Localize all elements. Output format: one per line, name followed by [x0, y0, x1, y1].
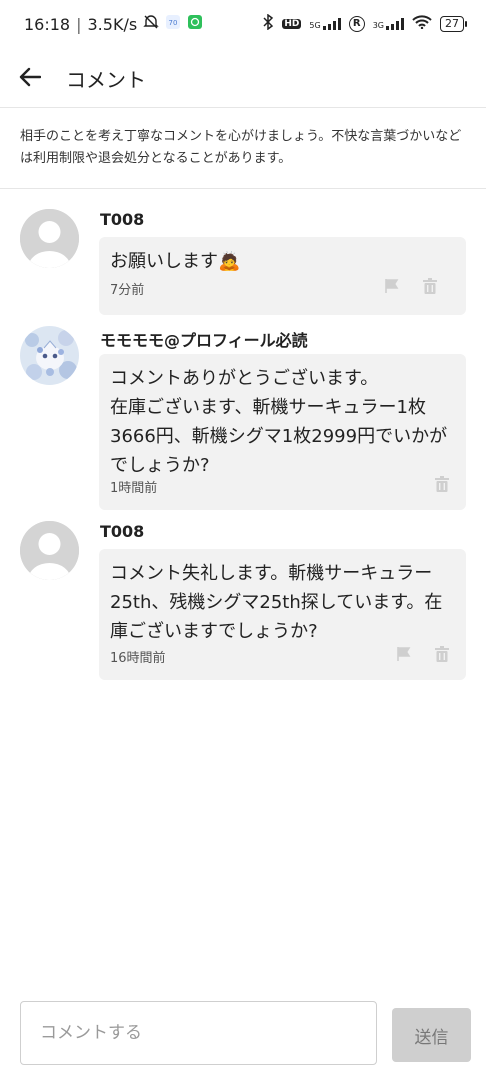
comment-text: お願いします🙇 — [110, 251, 241, 272]
roaming-icon: R — [348, 15, 365, 32]
comment-guideline-notice: 相手のことを考え丁寧なコメントを心がけましょう。不快な言葉づかいなどは利用制限や… — [0, 108, 486, 189]
comment-text: コメントありがとうございます。 在庫ございます、斬機サーキュラー1枚3666円、… — [110, 368, 448, 476]
avatar[interactable] — [20, 326, 79, 385]
network-type-label: 5G — [309, 20, 321, 30]
comment-footer: 1時間前 — [110, 474, 466, 510]
trash-icon[interactable] — [432, 644, 452, 664]
comment-username[interactable]: T008 — [100, 522, 144, 541]
comment-bubble: コメントありがとうございます。 在庫ございます、斬機サーキュラー1枚3666円、… — [99, 354, 466, 510]
svg-text:70: 70 — [169, 19, 178, 27]
app-notification-icon: 70 — [165, 14, 181, 34]
avatar[interactable] — [20, 521, 79, 580]
hd-badge: HD — [282, 18, 302, 29]
comment-footer: 16時間前 — [110, 644, 466, 680]
status-separator: | — [76, 14, 82, 34]
comment-bubble: コメント失礼します。斬機サーキュラー25th、残機シグマ25th探しています。在… — [99, 549, 466, 680]
comment-time: 16時間前 — [110, 651, 166, 666]
comment-text: コメント失礼します。斬機サーキュラー25th、残機シグマ25th探しています。在… — [110, 563, 443, 642]
comment-time: 1時間前 — [110, 481, 158, 496]
flag-icon[interactable] — [382, 276, 402, 296]
network-type-label-2: 3G — [372, 20, 384, 30]
status-time: 16:18 — [24, 14, 71, 34]
status-left: 16:18 | 3.5K/s 70 — [24, 14, 203, 34]
character-avatar-icon — [20, 326, 79, 385]
chat-app-icon — [187, 14, 203, 34]
arrow-left-icon — [19, 67, 42, 91]
back-button[interactable] — [0, 50, 60, 108]
app-bar: コメント — [0, 50, 486, 108]
trash-icon[interactable] — [420, 276, 440, 296]
default-avatar-icon — [20, 521, 79, 580]
flag-icon[interactable] — [394, 644, 414, 664]
comment-bubble: お願いします🙇 7分前 — [99, 237, 466, 315]
send-button[interactable]: 送信 — [392, 1008, 471, 1062]
comment-time: 7分前 — [110, 283, 145, 298]
default-avatar-icon — [20, 209, 79, 268]
avatar[interactable] — [20, 209, 79, 268]
trash-icon[interactable] — [432, 474, 452, 494]
mute-icon — [143, 14, 159, 34]
status-right: HD 5G R 3G 27 — [262, 13, 467, 33]
page-title: コメント — [66, 68, 146, 92]
comment-input[interactable] — [20, 1001, 377, 1065]
comment-username[interactable]: モモモモ@プロフィール必読 — [100, 327, 308, 351]
signal-3g-icon: 3G — [372, 17, 404, 30]
status-bar: 16:18 | 3.5K/s 70 HD 5G R 3G 27 — [0, 0, 486, 50]
network-speed: 3.5K/s — [87, 14, 138, 34]
comment-footer: 7分前 — [110, 276, 454, 312]
comment-composer: 送信 — [0, 990, 486, 1080]
wifi-icon — [412, 15, 432, 32]
comment-username[interactable]: T008 — [100, 210, 144, 229]
battery-indicator: 27 — [440, 15, 467, 32]
bluetooth-icon — [262, 13, 274, 33]
signal-5g-icon: 5G — [309, 17, 341, 30]
